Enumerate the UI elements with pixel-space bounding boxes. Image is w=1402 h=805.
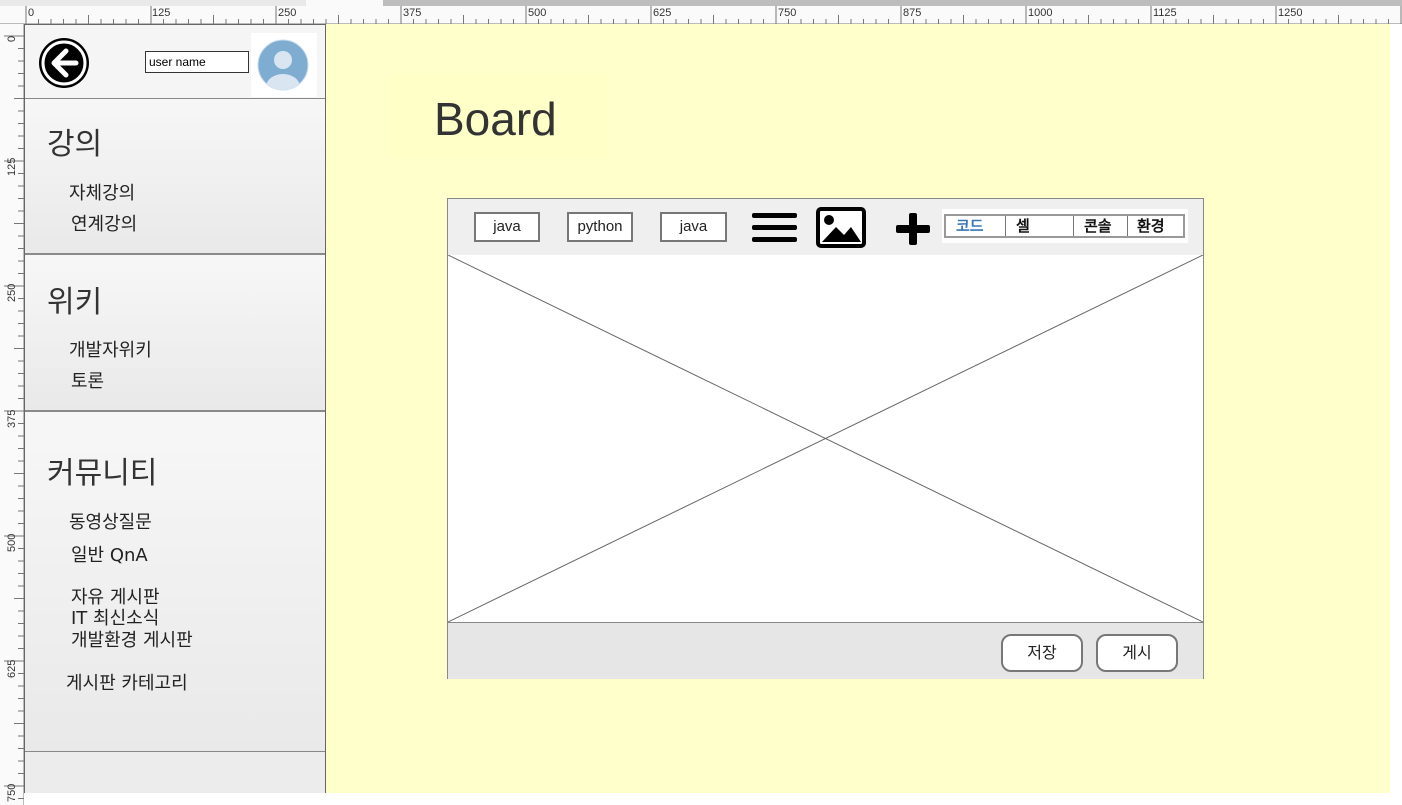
ruler-label: 1125 <box>1153 7 1177 19</box>
section-title: 강의 <box>47 127 103 162</box>
sidebar-item[interactable]: 토론 <box>71 367 104 393</box>
sidebar-item[interactable]: 동영상질문 <box>69 508 152 534</box>
language-tag-button[interactable]: python <box>567 212 633 242</box>
sidebar-footer <box>25 751 325 793</box>
sidebar-item[interactable]: 개발환경 게시판 <box>71 626 193 652</box>
ruler-label: 125 <box>152 7 171 19</box>
ruler-label: 1250 <box>1278 7 1303 19</box>
vertical-ruler: 0 125 250 375 500 625 750 <box>0 24 24 805</box>
back-button[interactable] <box>39 38 89 88</box>
placeholder-cross-icon <box>447 254 1204 623</box>
ruler-label: 1000 <box>1028 7 1053 19</box>
sidebar-item[interactable]: 자체강의 <box>69 179 135 205</box>
sidebar-section-lecture: 강의 자체강의 연계강의 <box>25 99 325 255</box>
ruler-label: 500 <box>6 533 18 552</box>
ruler-label: 875 <box>903 7 922 19</box>
sidebar-section-community: 커뮤니티 동영상질문 일반 QnA 자유 게시판 IT 최신소식 개발환경 게시… <box>25 412 325 753</box>
sidebar-item[interactable]: 게시판 카테고리 <box>66 669 188 695</box>
tab-code[interactable]: 코드 <box>946 216 1006 236</box>
content-placeholder[interactable] <box>447 254 1204 623</box>
ruler-label: 250 <box>278 7 297 19</box>
menu-icon[interactable] <box>752 213 798 245</box>
editor-toolbar: java python java 코드 셀 콘솔 환경 <box>448 199 1203 256</box>
ruler-label: 750 <box>778 7 797 19</box>
horizontal-ruler-ticks <box>25 6 1402 24</box>
editor-footer: 저장 게시 <box>448 622 1203 679</box>
ruler-label: 500 <box>528 7 547 19</box>
plus-icon[interactable] <box>896 213 930 247</box>
username-field[interactable]: user name <box>145 51 249 73</box>
save-button[interactable]: 저장 <box>1001 634 1083 672</box>
tab-strip: 코드 셀 콘솔 환경 <box>944 214 1185 238</box>
tab-environment[interactable]: 환경 <box>1128 216 1183 236</box>
horizontal-ruler: 0 125 250 375 500 625 750 875 1000 1125 … <box>0 0 1402 24</box>
user-avatar-icon <box>257 39 309 91</box>
post-button[interactable]: 게시 <box>1096 634 1178 672</box>
image-icon[interactable] <box>816 207 868 249</box>
sidebar-item[interactable]: 개발자위키 <box>69 336 152 362</box>
ruler-label: 625 <box>653 7 672 19</box>
section-title: 커뮤니티 <box>47 456 158 491</box>
sidebar-section-wiki: 위키 개발자위키 토론 <box>25 255 325 412</box>
board-editor: java python java 코드 셀 콘솔 환경 저장 게시 <box>447 198 1204 679</box>
ruler-label: 625 <box>6 659 18 678</box>
tab-cell[interactable]: 셀 <box>1006 216 1074 236</box>
sidebar-item[interactable]: 일반 QnA <box>71 541 148 567</box>
page-title: Board <box>434 93 557 145</box>
ruler-label: 0 <box>28 7 35 19</box>
arrow-left-icon <box>41 40 87 86</box>
tab-console[interactable]: 콘솔 <box>1074 216 1128 236</box>
ruler-label: 750 <box>6 783 18 802</box>
language-tag-button[interactable]: java <box>474 212 540 242</box>
language-tag-button[interactable]: java <box>660 212 727 242</box>
sidebar: user name 강의 자체강의 연계강의 위키 개발자위키 토론 커뮤니티 … <box>24 24 326 793</box>
ruler-label: 125 <box>6 157 18 176</box>
sidebar-header: user name <box>25 25 325 99</box>
ruler-label: 375 <box>6 409 18 428</box>
sidebar-item[interactable]: 연계강의 <box>71 210 137 236</box>
editor-tabs: 코드 셀 콘솔 환경 <box>942 209 1188 243</box>
ruler-label: 375 <box>403 7 422 19</box>
avatar[interactable] <box>251 33 317 97</box>
section-title: 위키 <box>47 285 103 320</box>
ruler-label: 250 <box>6 283 18 302</box>
ruler-label: 0 <box>6 35 18 42</box>
